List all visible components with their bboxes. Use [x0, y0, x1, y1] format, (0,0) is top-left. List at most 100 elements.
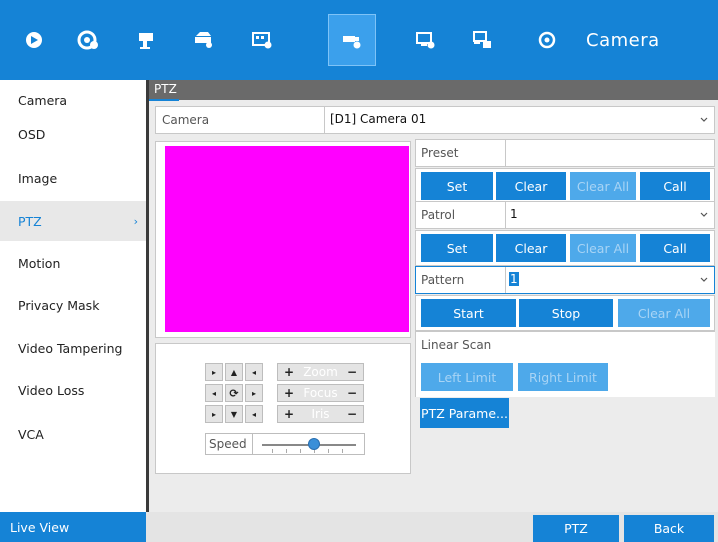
tab-header: PTZ — [149, 80, 718, 100]
video-preview[interactable] — [165, 146, 409, 332]
arrow-up-left-icon: ▸ — [211, 367, 216, 377]
sidebar-item-label: Camera — [18, 92, 68, 108]
patrol-call-button[interactable]: Call — [640, 234, 710, 262]
pan-up-right-button[interactable]: ◂ — [245, 363, 263, 381]
zoom-control: + Zoom − — [277, 363, 364, 381]
arrow-down-icon: ▼ — [230, 409, 238, 419]
sidebar-item-label: Privacy Mask — [18, 297, 100, 313]
arrow-up-icon: ▲ — [230, 367, 238, 377]
pattern-clear-all-button[interactable]: Clear All — [618, 299, 710, 327]
playback-icon[interactable] — [68, 0, 108, 80]
arrow-up-right-icon: ◂ — [251, 367, 256, 377]
sidebar-item-osd[interactable]: OSD — [0, 114, 146, 154]
live-view-icon[interactable] — [14, 0, 54, 80]
sidebar-item-label: Video Loss — [18, 382, 85, 398]
ptz-settings-icon[interactable] — [328, 14, 376, 66]
pattern-button-strip: Start Stop Clear All — [415, 295, 715, 331]
preset-row: Preset — [415, 139, 715, 167]
tab-ptz[interactable]: PTZ — [154, 82, 177, 96]
storage-icon[interactable] — [183, 0, 223, 80]
arrow-down-left-icon: ▸ — [211, 409, 216, 419]
record-icon[interactable] — [127, 0, 167, 80]
linear-scan-label: Linear Scan — [421, 338, 492, 352]
divider — [252, 434, 253, 454]
pan-up-left-button[interactable]: ▸ — [205, 363, 223, 381]
divider — [324, 107, 325, 133]
sidebar-item-video-tampering[interactable]: Video Tampering — [0, 328, 146, 368]
sidebar-item-label: Image — [18, 170, 58, 186]
sidebar-item-label: Motion — [18, 255, 61, 271]
iris-close-button[interactable]: − — [347, 407, 357, 421]
divider — [505, 202, 506, 228]
patrol-row: Patrol 1 — [415, 201, 715, 229]
maintenance-icon[interactable] — [527, 0, 567, 80]
pattern-stop-button[interactable]: Stop — [519, 299, 613, 327]
preset-call-button[interactable]: Call — [640, 172, 710, 200]
pan-down-right-button[interactable]: ◂ — [245, 405, 263, 423]
linear-scan-button-strip: Left Limit Right Limit — [415, 359, 715, 397]
zoom-in-button[interactable]: + — [284, 365, 294, 379]
left-limit-button[interactable]: Left Limit — [421, 363, 513, 391]
ptz-parameters-button[interactable]: PTZ Parame... — [420, 398, 509, 428]
slider-tick — [286, 449, 287, 453]
sidebar-item-ptz[interactable]: PTZ › — [0, 201, 146, 241]
pattern-start-button[interactable]: Start — [421, 299, 516, 327]
focus-label: Focus — [303, 386, 338, 400]
pattern-row: Pattern 1 — [415, 266, 715, 294]
sidebar-item-video-loss[interactable]: Video Loss — [0, 370, 146, 410]
focus-near-button[interactable]: + — [284, 386, 294, 400]
pan-down-left-button[interactable]: ▸ — [205, 405, 223, 423]
live-view-button[interactable]: Live View — [0, 512, 146, 542]
pan-down-button[interactable]: ▼ — [225, 405, 243, 423]
chevron-down-icon[interactable] — [700, 276, 708, 284]
slider-tick — [328, 449, 329, 453]
pan-right-button[interactable]: ▸ — [245, 384, 263, 402]
preset-clear-button[interactable]: Clear — [496, 172, 566, 200]
monitor-settings-icon[interactable] — [405, 0, 445, 80]
sidebar-item-label: OSD — [18, 126, 46, 142]
video-preview-frame — [155, 141, 411, 338]
camera-label: Camera — [162, 113, 210, 127]
sidebar-item-label: Video Tampering — [18, 340, 123, 356]
patrol-set-button[interactable]: Set — [421, 234, 493, 262]
ptz-button[interactable]: PTZ — [533, 515, 619, 542]
sidebar-item-motion[interactable]: Motion — [0, 243, 146, 283]
sidebar-item-privacy-mask[interactable]: Privacy Mask — [0, 285, 146, 325]
preset-set-button[interactable]: Set — [421, 172, 493, 200]
network-icon[interactable] — [462, 0, 502, 80]
arrow-left-icon: ◂ — [211, 388, 216, 398]
camera-select[interactable]: [D1] Camera 01 — [330, 112, 426, 126]
back-button[interactable]: Back — [624, 515, 714, 542]
pan-up-button[interactable]: ▲ — [225, 363, 243, 381]
chevron-down-icon[interactable] — [700, 116, 708, 124]
pattern-select[interactable]: 1 — [509, 272, 519, 286]
camera-select-row[interactable]: Camera [D1] Camera 01 — [155, 106, 715, 134]
slider-tick — [300, 449, 301, 453]
divider — [505, 267, 506, 293]
iris-open-button[interactable]: + — [284, 407, 294, 421]
sidebar-item-label: VCA — [18, 426, 44, 442]
chevron-down-icon[interactable] — [700, 211, 708, 219]
chevron-right-icon: › — [133, 214, 138, 228]
power-icon: ⟳ — [229, 386, 239, 400]
focus-control: + Focus − — [277, 384, 364, 402]
speed-slider-handle[interactable] — [307, 438, 320, 450]
patrol-clear-button[interactable]: Clear — [496, 234, 566, 262]
speed-label: Speed — [209, 437, 247, 451]
auto-scan-button[interactable]: ⟳ — [225, 384, 243, 402]
preset-clear-all-button[interactable]: Clear All — [570, 172, 636, 200]
patrol-select[interactable]: 1 — [510, 207, 518, 221]
focus-far-button[interactable]: − — [347, 386, 357, 400]
pan-left-button[interactable]: ◂ — [205, 384, 223, 402]
patrol-clear-all-button[interactable]: Clear All — [570, 234, 636, 262]
sidebar-item-label: PTZ — [18, 213, 42, 229]
slider-tick — [272, 449, 273, 453]
linear-scan-row: Linear Scan — [415, 331, 715, 359]
right-limit-button[interactable]: Right Limit — [518, 363, 608, 391]
iris-label: Iris — [311, 407, 330, 421]
camera-settings-icon[interactable] — [242, 0, 282, 80]
slider-tick — [342, 449, 343, 453]
zoom-out-button[interactable]: − — [347, 365, 357, 379]
sidebar-item-vca[interactable]: VCA — [0, 414, 146, 454]
sidebar-item-image[interactable]: Image — [0, 158, 146, 198]
